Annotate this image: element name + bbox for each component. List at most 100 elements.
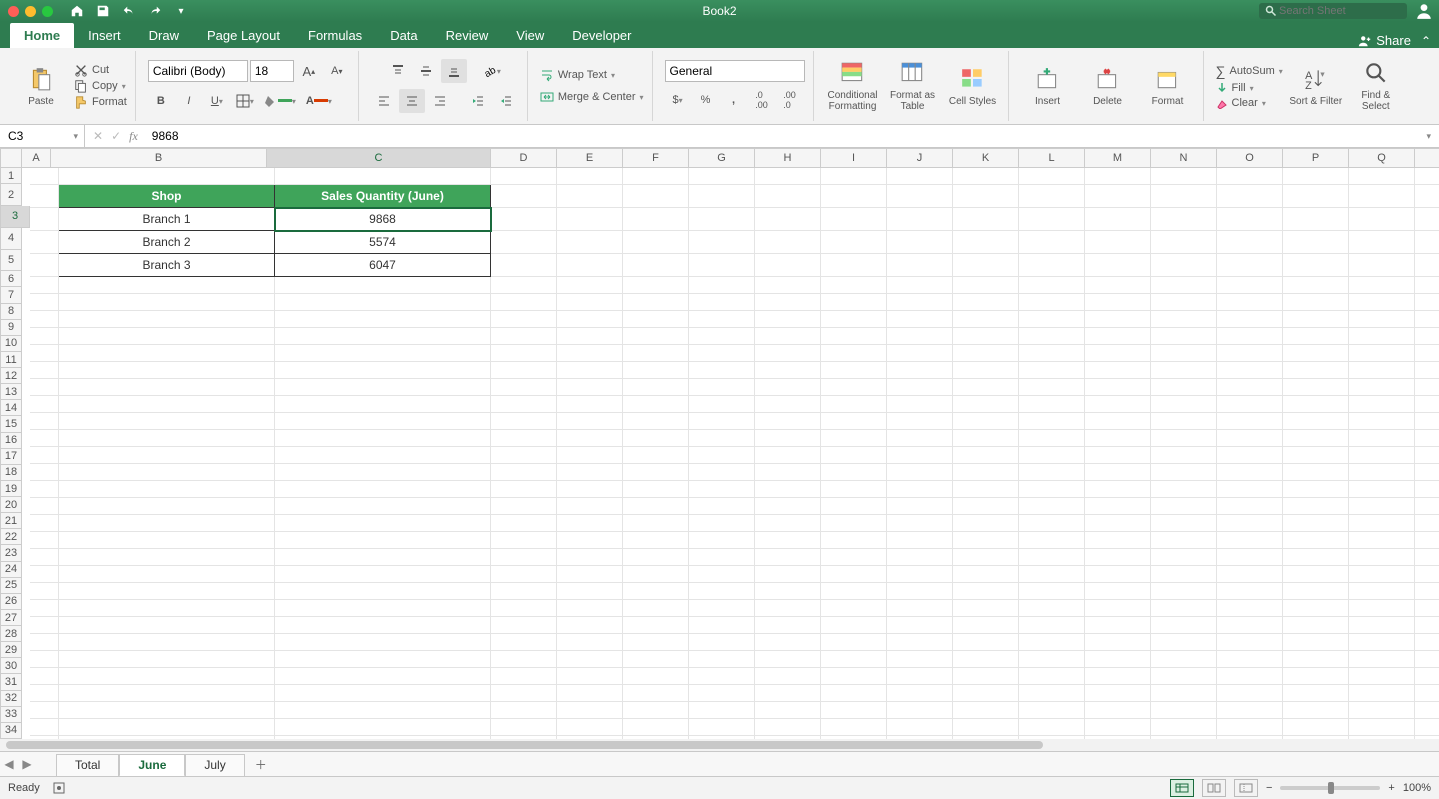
name-box[interactable]: ▾ — [0, 125, 85, 147]
row-header-23[interactable]: 23 — [0, 545, 22, 561]
cell-B32[interactable] — [59, 719, 275, 736]
cell-J20[interactable] — [887, 515, 953, 532]
cell-L27[interactable] — [1019, 634, 1085, 651]
cell-R13[interactable] — [1415, 396, 1439, 413]
cell-I11[interactable] — [821, 362, 887, 379]
cell-O33[interactable] — [1217, 736, 1283, 740]
cell-O3[interactable] — [1217, 208, 1283, 231]
cell-K1[interactable] — [953, 168, 1019, 185]
cell-P9[interactable] — [1283, 328, 1349, 345]
col-header-A[interactable]: A — [22, 148, 51, 168]
cell-N2[interactable] — [1151, 185, 1217, 208]
row-header-26[interactable]: 26 — [0, 594, 22, 610]
zoom-in-button[interactable]: + — [1388, 782, 1394, 794]
cell-L12[interactable] — [1019, 379, 1085, 396]
cell-B6[interactable] — [59, 277, 275, 294]
cell-A9[interactable] — [30, 328, 59, 345]
cell-B24[interactable] — [59, 583, 275, 600]
align-bottom-button[interactable] — [441, 59, 467, 83]
cell-L20[interactable] — [1019, 515, 1085, 532]
cell-A31[interactable] — [30, 702, 59, 719]
cell-E27[interactable] — [557, 634, 623, 651]
cell-O10[interactable] — [1217, 345, 1283, 362]
cell-O19[interactable] — [1217, 498, 1283, 515]
conditional-formatting-button[interactable]: Conditional Formatting — [826, 60, 880, 112]
cell-C31[interactable] — [275, 702, 491, 719]
cell-N21[interactable] — [1151, 532, 1217, 549]
cell-Q16[interactable] — [1349, 447, 1415, 464]
cell-O2[interactable] — [1217, 185, 1283, 208]
cell-B31[interactable] — [59, 702, 275, 719]
cell-M20[interactable] — [1085, 515, 1151, 532]
col-header-K[interactable]: K — [953, 148, 1019, 168]
cell-I7[interactable] — [821, 294, 887, 311]
cell-L23[interactable] — [1019, 566, 1085, 583]
cell-J6[interactable] — [887, 277, 953, 294]
cell-G3[interactable] — [689, 208, 755, 231]
cell-I30[interactable] — [821, 685, 887, 702]
increase-decimal-button[interactable]: .0.00 — [749, 88, 775, 112]
cell-A28[interactable] — [30, 651, 59, 668]
cell-G9[interactable] — [689, 328, 755, 345]
cell-D27[interactable] — [491, 634, 557, 651]
cell-G19[interactable] — [689, 498, 755, 515]
zoom-slider[interactable] — [1280, 786, 1380, 790]
cell-P25[interactable] — [1283, 600, 1349, 617]
row-header-29[interactable]: 29 — [0, 642, 22, 658]
cell-O6[interactable] — [1217, 277, 1283, 294]
cell-B28[interactable] — [59, 651, 275, 668]
cell-H30[interactable] — [755, 685, 821, 702]
cell-F21[interactable] — [623, 532, 689, 549]
search-sheet-box[interactable] — [1259, 3, 1407, 19]
cell-N13[interactable] — [1151, 396, 1217, 413]
cell-L24[interactable] — [1019, 583, 1085, 600]
cell-J3[interactable] — [887, 208, 953, 231]
cell-I26[interactable] — [821, 617, 887, 634]
cell-H5[interactable] — [755, 254, 821, 277]
col-header-M[interactable]: M — [1085, 148, 1151, 168]
cell-G6[interactable] — [689, 277, 755, 294]
row-header-12[interactable]: 12 — [0, 368, 22, 384]
cell-P26[interactable] — [1283, 617, 1349, 634]
cell-M5[interactable] — [1085, 254, 1151, 277]
cell-O17[interactable] — [1217, 464, 1283, 481]
cell-H6[interactable] — [755, 277, 821, 294]
cell-E19[interactable] — [557, 498, 623, 515]
cell-Q15[interactable] — [1349, 430, 1415, 447]
row-header-24[interactable]: 24 — [0, 562, 22, 578]
cell-C23[interactable] — [275, 566, 491, 583]
cell-P8[interactable] — [1283, 311, 1349, 328]
cell-C17[interactable] — [275, 464, 491, 481]
cell-M3[interactable] — [1085, 208, 1151, 231]
cell-H21[interactable] — [755, 532, 821, 549]
col-header-I[interactable]: I — [821, 148, 887, 168]
cell-E24[interactable] — [557, 583, 623, 600]
cell-P14[interactable] — [1283, 413, 1349, 430]
cell-N4[interactable] — [1151, 231, 1217, 254]
cell-A5[interactable] — [30, 254, 59, 277]
cell-P19[interactable] — [1283, 498, 1349, 515]
cell-C7[interactable] — [275, 294, 491, 311]
cell-P30[interactable] — [1283, 685, 1349, 702]
cell-J14[interactable] — [887, 413, 953, 430]
cell-K14[interactable] — [953, 413, 1019, 430]
percent-button[interactable]: % — [693, 88, 719, 112]
col-header-B[interactable]: B — [51, 148, 267, 168]
cell-K9[interactable] — [953, 328, 1019, 345]
spreadsheet-grid[interactable]: ABCDEFGHIJKLMNOPQR 123456789101112131415… — [0, 148, 1439, 751]
cell-B14[interactable] — [59, 413, 275, 430]
cell-C18[interactable] — [275, 481, 491, 498]
cell-R17[interactable] — [1415, 464, 1439, 481]
col-header-G[interactable]: G — [689, 148, 755, 168]
cell-I14[interactable] — [821, 413, 887, 430]
cell-M6[interactable] — [1085, 277, 1151, 294]
sheet-tab-july[interactable]: July — [185, 754, 244, 777]
horizontal-scrollbar[interactable] — [0, 739, 1439, 751]
cell-O31[interactable] — [1217, 702, 1283, 719]
increase-font-button[interactable]: A▴ — [296, 59, 322, 83]
bold-button[interactable]: B — [148, 89, 174, 113]
cell-H9[interactable] — [755, 328, 821, 345]
cell-C1[interactable] — [275, 168, 491, 185]
cell-R22[interactable] — [1415, 549, 1439, 566]
cell-L11[interactable] — [1019, 362, 1085, 379]
